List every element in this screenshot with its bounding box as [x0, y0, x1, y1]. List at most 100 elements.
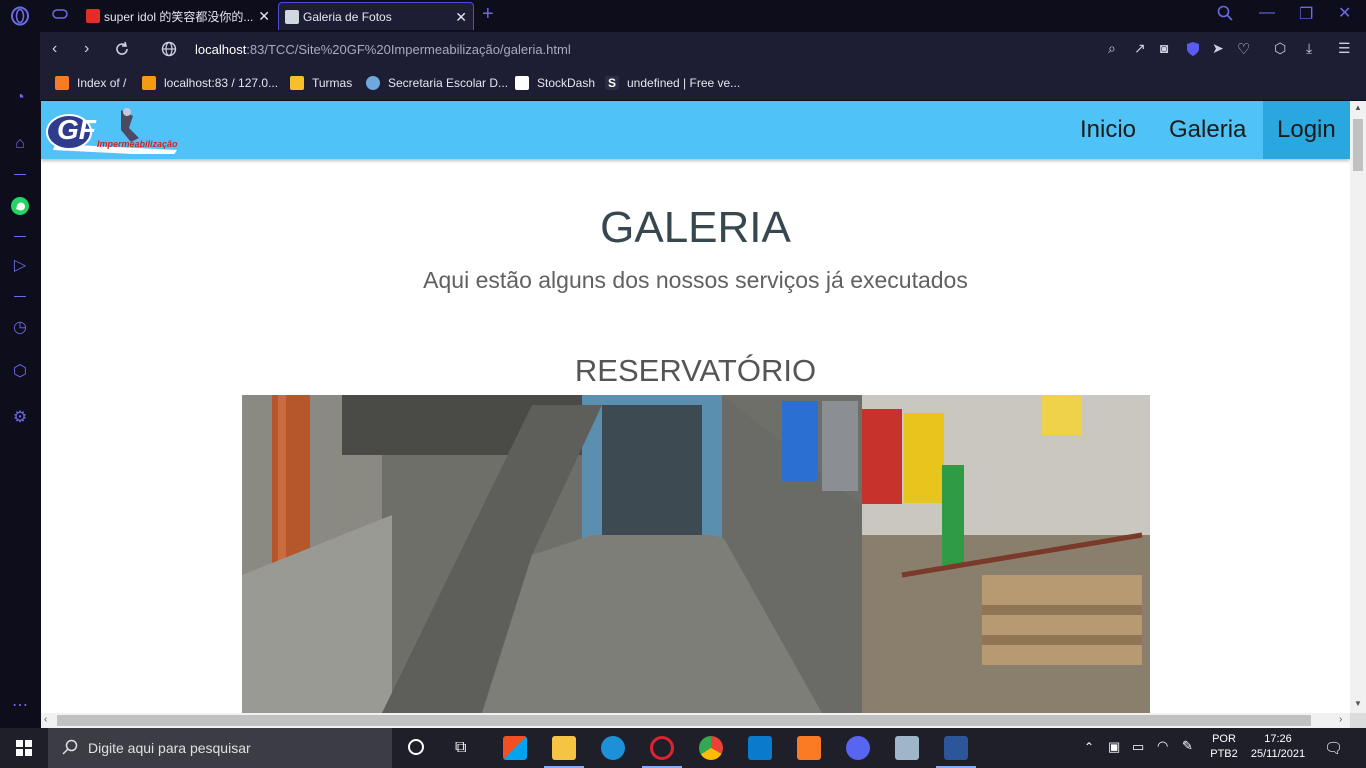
cortana-icon[interactable] — [408, 739, 424, 755]
back-icon[interactable]: ‹ — [52, 40, 57, 58]
reload-icon[interactable] — [114, 41, 130, 62]
vertical-scrollbar[interactable]: ▲ ▼ — [1350, 101, 1366, 713]
bookmark-item[interactable]: Turmas — [290, 76, 352, 90]
download-icon[interactable]: ⤓ — [1306, 40, 1312, 57]
edge-icon[interactable] — [601, 736, 625, 760]
sidebar-divider — [14, 174, 26, 175]
bookmark-item[interactable]: StockDash — [515, 76, 595, 90]
nav-inicio[interactable]: Inicio — [1066, 101, 1150, 159]
site-info-globe-icon[interactable] — [161, 41, 177, 62]
minimize-button[interactable]: — — [1259, 4, 1275, 22]
discord-icon[interactable] — [846, 736, 870, 760]
history-icon[interactable]: ◷ — [10, 318, 30, 338]
s-logo-icon: S — [605, 76, 619, 90]
page-viewport: GF Impermeabilização Inicio Galeria Logi… — [41, 101, 1350, 713]
horizontal-scroll-thumb[interactable] — [57, 715, 1311, 726]
language-code: POR — [1212, 733, 1236, 745]
share-icon[interactable]: ↗ — [1134, 40, 1146, 57]
nav-login[interactable]: Login — [1263, 101, 1350, 159]
bookmark-item[interactable]: localhost:83 / 127.0... — [142, 76, 278, 90]
restore-button[interactable]: ❐ — [1299, 4, 1313, 24]
clock-date: 25/11/2021 — [1250, 748, 1306, 760]
address-bar: ‹ › localhost:83/TCC/Site%20GF%20Imperme… — [40, 32, 1366, 68]
scroll-down-icon[interactable]: ▼ — [1354, 699, 1362, 708]
meet-now-icon[interactable]: ▣ — [1108, 739, 1120, 755]
clock-time: 17:26 — [1264, 733, 1292, 745]
secretaria-icon — [366, 76, 380, 90]
battery-icon[interactable]: ▭ — [1132, 739, 1144, 755]
logo-subtitle: Impermeabilização — [97, 139, 178, 149]
bag-icon[interactable]: ⌂ — [10, 134, 30, 154]
heart-icon[interactable]: ♡ — [1237, 40, 1250, 58]
send-icon[interactable]: ➤ — [1212, 40, 1224, 57]
bookmark-label: localhost:83 / 127.0... — [164, 76, 279, 90]
vpn-shield-icon[interactable] — [1186, 41, 1200, 62]
taskbar-search-box[interactable]: Digite aqui para pesquisar — [48, 728, 392, 768]
browser-tab-strip: super idol 的笑容都没你的... ✕ Galeria de Fotos… — [0, 0, 1366, 32]
bookmark-label: StockDash — [537, 76, 596, 90]
scroll-right-icon[interactable]: › — [1339, 714, 1342, 725]
pen-icon[interactable]: ✎ — [1182, 738, 1193, 754]
microsoft-store-icon[interactable] — [503, 736, 527, 760]
nav-galeria[interactable]: Galeria — [1155, 101, 1260, 159]
word-icon[interactable] — [944, 736, 968, 760]
more-icon[interactable]: ⋯ — [10, 696, 30, 716]
settings-gear-icon[interactable]: ⚙ — [10, 408, 30, 428]
keyboard-layout: PTB2 — [1210, 748, 1238, 760]
cube-icon[interactable]: ⬡ — [1274, 40, 1286, 57]
tab-title: Galeria de Fotos — [303, 9, 392, 24]
forward-icon[interactable]: › — [84, 40, 89, 58]
horizontal-scrollbar[interactable]: ‹ › — [41, 713, 1350, 728]
task-view-icon[interactable]: ⧉ — [455, 739, 466, 757]
easy-setup-icon[interactable]: ☰ — [1338, 40, 1351, 57]
page-title: GALERIA — [600, 203, 791, 252]
url-field[interactable]: localhost:83/TCC/Site%20GF%20Impermeabil… — [195, 42, 571, 57]
bookmark-item[interactable]: Index of / — [55, 76, 126, 90]
phpmyadmin-icon — [142, 76, 156, 90]
opera-logo-icon[interactable] — [10, 6, 30, 31]
new-tab-button[interactable]: + — [482, 3, 494, 26]
notifications-icon[interactable]: 🗨 — [1324, 739, 1343, 757]
scrollbar-corner — [1350, 713, 1366, 728]
close-tab-icon[interactable]: ✕ — [258, 8, 270, 25]
bookmark-item[interactable]: Secretaria Escolar D... — [366, 76, 508, 90]
bookmark-item[interactable]: Sundefined | Free ve... — [605, 76, 740, 90]
windows-taskbar: Digite aqui para pesquisar ⧉ ⌃ ▣ ▭ ◠ ✎ P… — [0, 728, 1366, 768]
language-indicator[interactable]: POR PTB2 — [1206, 733, 1242, 760]
file-explorer-icon[interactable] — [552, 736, 576, 760]
whatsapp-icon[interactable] — [10, 196, 30, 216]
vscode-icon[interactable] — [748, 736, 772, 760]
clock[interactable]: 17:26 25/11/2021 — [1244, 733, 1312, 760]
bookmark-label: undefined | Free ve... — [627, 76, 741, 90]
opera-icon[interactable] — [650, 736, 674, 760]
search-tabs-icon[interactable] — [1217, 5, 1233, 26]
speed-dial-icon[interactable]: ◔ — [10, 88, 30, 108]
page-search-icon[interactable]: ⌕ — [1108, 40, 1116, 57]
close-window-button[interactable]: ✕ — [1338, 3, 1351, 23]
chrome-icon[interactable] — [699, 736, 723, 760]
browser-sidebar: ◔ ⌂ ▷ ◷ ⬡ ⚙ ⋯ — [0, 32, 40, 716]
sidebar-divider — [14, 296, 26, 297]
windows-start-icon[interactable] — [16, 740, 32, 761]
wifi-icon[interactable]: ◠ — [1157, 738, 1168, 754]
tab-galeria[interactable]: Galeria de Fotos ✕ — [278, 2, 474, 30]
bookmark-label: Turmas — [312, 76, 353, 90]
youtube-icon — [86, 9, 100, 23]
scroll-up-icon[interactable]: ▲ — [1354, 103, 1362, 112]
search-placeholder: Digite aqui para pesquisar — [88, 740, 251, 756]
section-title: RESERVATÓRIO — [574, 353, 817, 388]
site-logo[interactable]: GF Impermeabilização — [45, 106, 179, 156]
snapshot-camera-icon[interactable]: ◙ — [1160, 40, 1168, 56]
vertical-scroll-thumb[interactable] — [1353, 119, 1363, 171]
scroll-left-icon[interactable]: ‹ — [44, 714, 47, 725]
tab-youtube[interactable]: super idol 的笑容都没你的... ✕ — [80, 2, 276, 30]
system-monitor-icon[interactable] — [895, 736, 919, 760]
xampp-taskbar-icon[interactable] — [797, 736, 821, 760]
gamepad-icon[interactable] — [52, 7, 68, 26]
close-tab-icon[interactable]: ✕ — [455, 9, 467, 26]
extensions-cube-icon[interactable]: ⬡ — [10, 362, 30, 382]
player-icon[interactable]: ▷ — [10, 256, 30, 276]
tray-chevron-icon[interactable]: ⌃ — [1084, 740, 1094, 754]
site-navbar: GF Impermeabilização Inicio Galeria Logi… — [41, 101, 1350, 159]
tab-title: super idol 的笑容都没你的... — [104, 9, 254, 24]
